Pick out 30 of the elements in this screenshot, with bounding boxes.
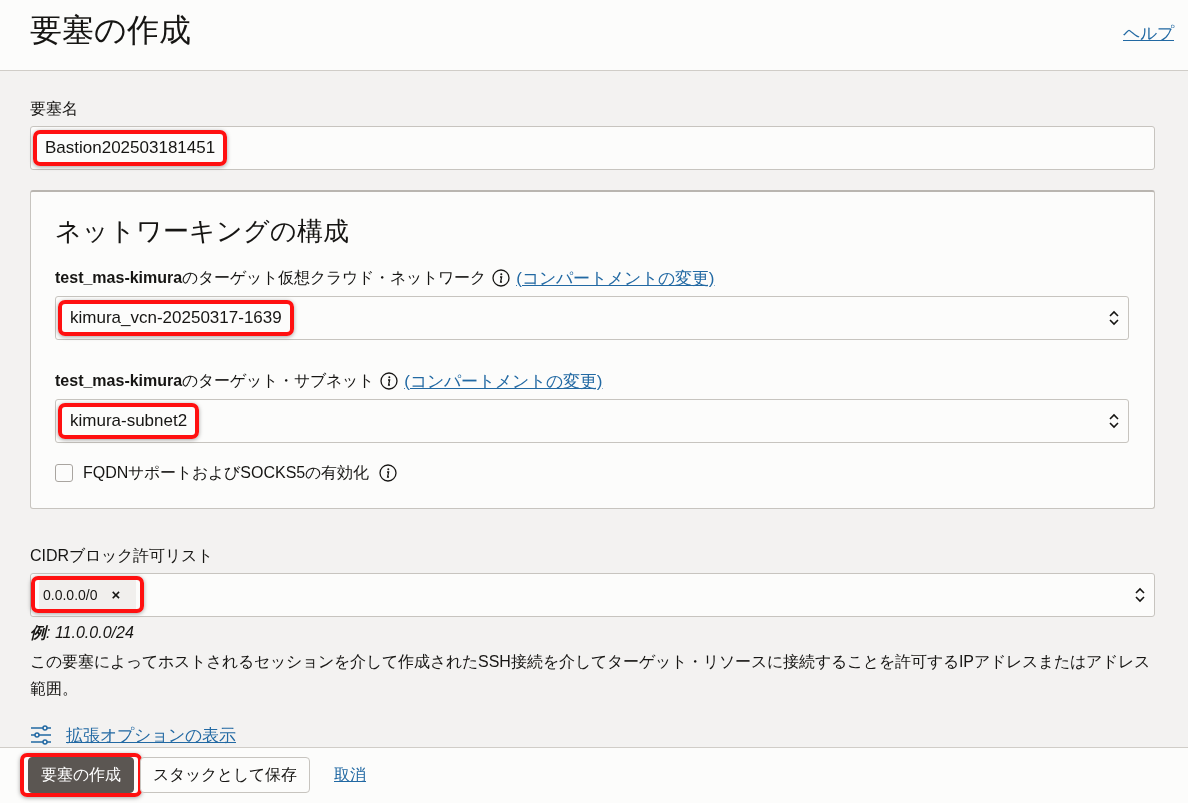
checkbox-label: FQDNサポートおよびSOCKS5の有効化 [83, 462, 370, 483]
select-value: kimura-subnet2 [66, 406, 192, 435]
cidr-input-field[interactable]: 0.0.0.0/0 × [30, 572, 1155, 617]
help-text: この要塞によってホストされるセッションを介して作成されたSSH接続を介してターゲット・リソースに接続することを許可するIPアドレスまたはアドレス範囲。 [30, 651, 1151, 699]
field-label: test_mas-kimuraのターゲット・サブネット [55, 370, 375, 391]
select-value: kimura_vcn-20250317-1639 [66, 303, 286, 332]
remove-tag-button[interactable]: × [111, 586, 121, 604]
checkbox[interactable] [55, 464, 73, 483]
select-field[interactable]: kimura-subnet2 [55, 398, 1129, 443]
sliders-icon [30, 725, 52, 746]
info-icon[interactable] [380, 372, 399, 391]
example-text: 例: 11.0.0.0/24 [30, 622, 135, 643]
save-as-stack-button[interactable]: スタックとして保存 [140, 757, 310, 794]
create-button[interactable]: 要塞の作成 [28, 757, 134, 794]
name-input-field[interactable]: Bastion202503181451 [30, 125, 1155, 170]
help-link[interactable]: ヘルプ [1123, 22, 1174, 45]
info-icon[interactable] [379, 464, 398, 483]
field-label: 要塞名 [30, 98, 79, 119]
input-value: Bastion202503181451 [41, 133, 220, 162]
select-field[interactable]: kimura_vcn-20250317-1639 [55, 295, 1129, 340]
change-compartment-link[interactable]: (コンパートメントの変更) [404, 369, 603, 393]
info-icon[interactable] [492, 269, 511, 288]
tag-text: 0.0.0.0/0 [43, 586, 98, 603]
change-compartment-link[interactable]: (コンパートメントの変更) [516, 266, 715, 290]
advanced-options-link[interactable]: 拡張オプションの表示 [66, 723, 236, 747]
page-title: 要塞の作成 [30, 10, 191, 50]
cancel-link[interactable]: 取消 [334, 764, 366, 786]
section-title: ネットワーキングの構成 [55, 214, 350, 248]
field-label: test_mas-kimuraのターゲット仮想クラウド・ネットワーク [55, 267, 487, 288]
field-label: CIDRブロック許可リスト [30, 545, 215, 566]
